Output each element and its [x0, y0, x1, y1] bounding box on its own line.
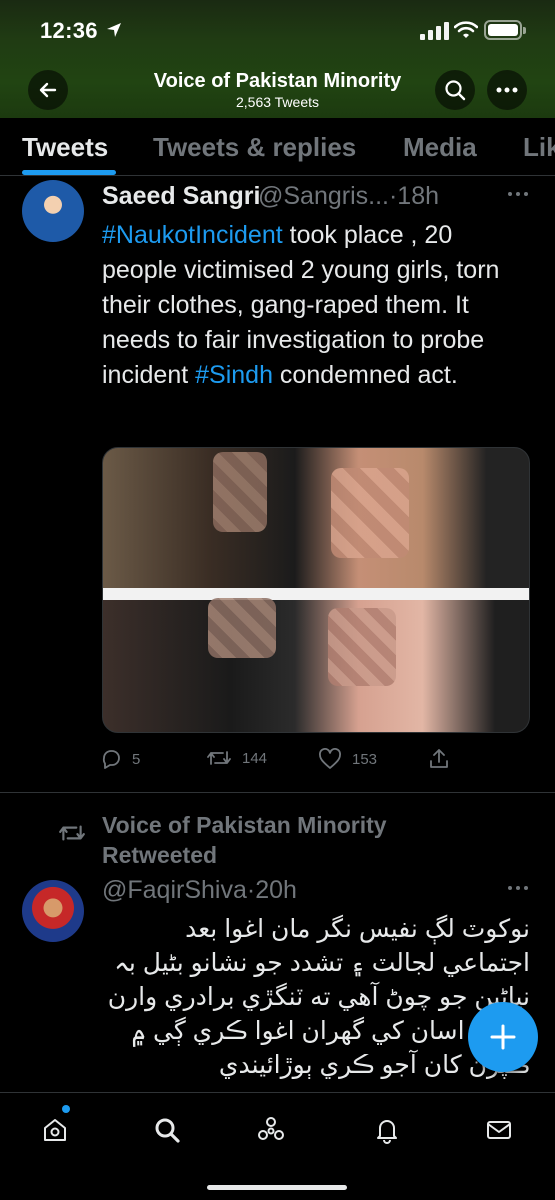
avatar[interactable] — [22, 880, 84, 942]
profile-tabs: Tweets Tweets & replies Media Lik — [0, 118, 555, 176]
tweet-author-handle[interactable]: @Sangris...·18h — [258, 182, 439, 211]
active-tab-indicator — [22, 170, 116, 175]
tweet-actions: 5 144 153 — [100, 748, 460, 776]
tweet-time: ·18h — [388, 182, 440, 210]
tweet-divider — [0, 792, 555, 793]
wifi-icon — [453, 20, 479, 45]
share-button[interactable] — [428, 748, 450, 770]
hashtag-link[interactable]: #NaukotIncident — [102, 221, 283, 249]
nav-notifications[interactable] — [370, 1113, 404, 1147]
retweet-icon — [207, 751, 231, 765]
photo-top — [103, 448, 529, 588]
location-arrow-icon — [106, 22, 122, 43]
explore-icon — [155, 1118, 180, 1143]
nav-messages[interactable] — [482, 1113, 516, 1147]
battery-icon — [484, 20, 526, 40]
nav-explore[interactable] — [150, 1113, 184, 1147]
reply-count: 5 — [132, 750, 141, 768]
reply-icon — [102, 750, 120, 769]
hashtag-link[interactable]: #Sindh — [195, 361, 273, 389]
tweet-time: ·20h — [246, 876, 297, 904]
retweeted-by-label[interactable]: Voice of Pakistan Minority Retweeted — [102, 810, 402, 870]
tweet-media-image[interactable] — [102, 447, 530, 733]
photo-bottom — [103, 600, 529, 732]
search-button[interactable] — [435, 70, 475, 110]
tweet-author-handle[interactable]: @FaqirShiva·20h — [102, 876, 297, 905]
face-blur-mosaic — [208, 598, 276, 658]
notification-dot — [62, 1105, 70, 1113]
tweet-author-name[interactable]: Saeed Sangri — [102, 182, 260, 211]
home-icon — [44, 1119, 66, 1141]
heart-icon — [319, 748, 341, 769]
share-icon — [430, 749, 448, 768]
nav-home[interactable] — [38, 1113, 72, 1147]
spaces-icon — [258, 1117, 284, 1140]
retweet-button[interactable]: 144 — [206, 748, 267, 768]
messages-icon — [487, 1121, 511, 1139]
tweet-body: نوکوٽ لڳ نفيس نگر مان اغوا بعد اجتماعي ل… — [107, 915, 530, 1079]
face-blur-mosaic — [331, 468, 409, 558]
retweet-icon — [58, 822, 86, 849]
tab-tweets-replies[interactable]: Tweets & replies — [153, 132, 356, 163]
status-time: 12:36 — [40, 18, 98, 43]
nav-spaces[interactable] — [254, 1113, 288, 1147]
search-icon — [445, 80, 466, 101]
tweet-body: #NaukotIncident took place , 20 people v… — [102, 221, 500, 389]
tweet-more-icon[interactable] — [508, 192, 528, 196]
compose-tweet-button[interactable] — [468, 1002, 538, 1072]
avatar[interactable] — [22, 180, 84, 242]
tab-likes[interactable]: Lik — [523, 132, 555, 163]
reply-button[interactable]: 5 — [100, 748, 140, 770]
tab-media[interactable]: Media — [403, 132, 477, 163]
more-horizontal-icon — [496, 87, 518, 93]
status-bar: 12:36 — [0, 0, 555, 62]
cellular-signal-icon — [420, 22, 449, 40]
face-blur-mosaic — [328, 608, 396, 686]
tab-tweets[interactable]: Tweets — [22, 132, 108, 163]
notifications-icon — [377, 1120, 397, 1144]
like-button[interactable]: 153 — [318, 748, 377, 770]
tweet-more-icon[interactable] — [508, 886, 528, 890]
retweet-count: 144 — [242, 749, 268, 767]
plus-icon — [490, 1024, 516, 1050]
like-count: 153 — [352, 750, 378, 768]
more-button[interactable] — [487, 70, 527, 110]
face-blur-mosaic — [213, 452, 267, 532]
home-indicator — [207, 1185, 347, 1190]
bottom-navigation — [0, 1092, 555, 1200]
